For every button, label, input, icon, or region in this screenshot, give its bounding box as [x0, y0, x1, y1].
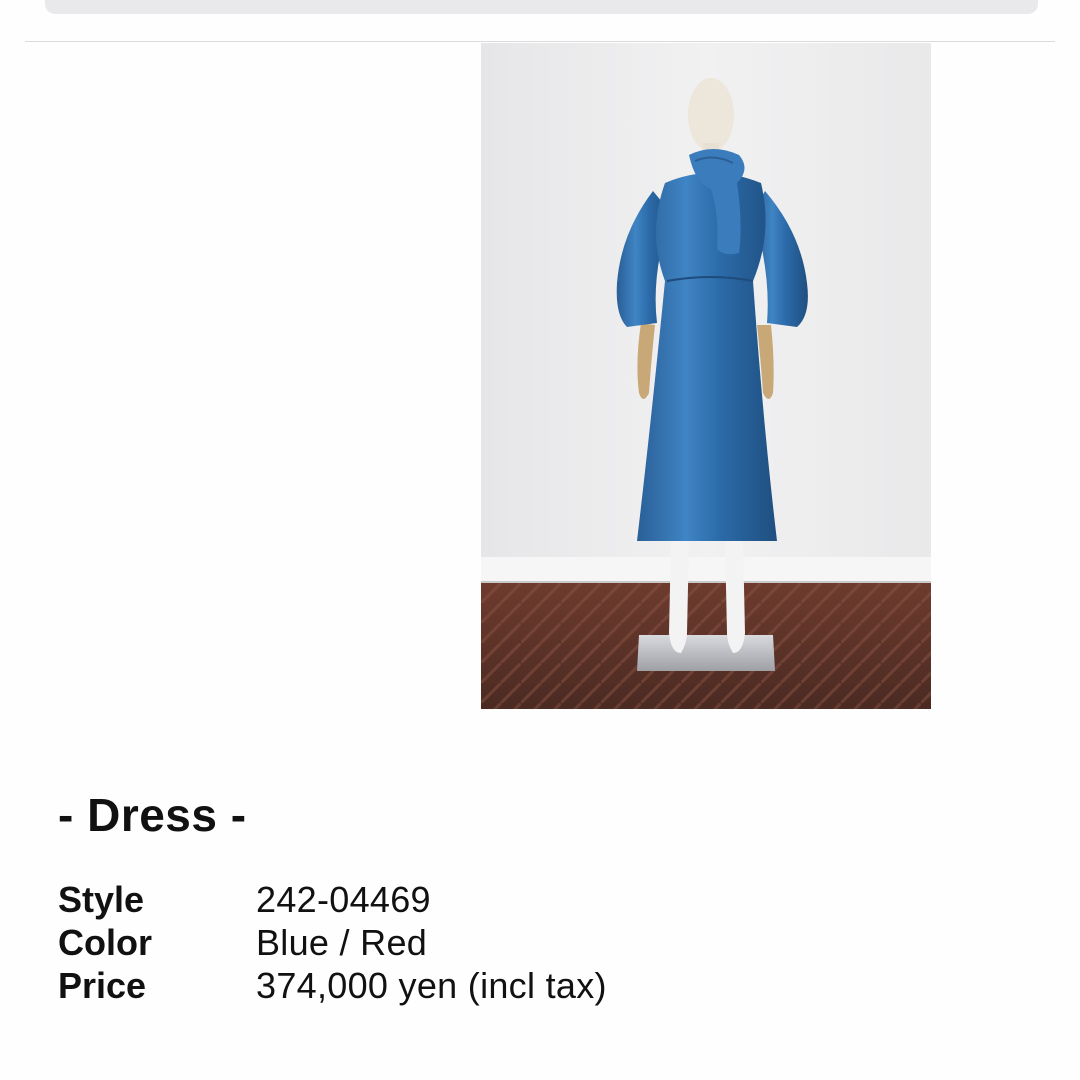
product-page: - Dress - Style 242-04469 Color Blue / R…: [0, 0, 1080, 1080]
product-title: - Dress -: [58, 789, 247, 841]
detail-row-style: Style 242-04469: [58, 878, 858, 921]
detail-row-color: Color Blue / Red: [58, 921, 858, 964]
product-details: Style 242-04469 Color Blue / Red Price 3…: [58, 878, 858, 1007]
mannequin-stand: [637, 635, 775, 671]
browser-address-bar[interactable]: [45, 0, 1038, 14]
baseboard: [481, 557, 931, 583]
header-divider: [25, 41, 1055, 42]
price-label: Price: [58, 964, 147, 1006]
mannequin-head: [688, 78, 734, 152]
color-value: Blue / Red: [256, 921, 428, 963]
color-label: Color: [58, 921, 152, 963]
detail-row-price: Price 374,000 yen (incl tax): [58, 964, 858, 1007]
dress-shape: [637, 173, 777, 541]
product-photo[interactable]: [481, 43, 931, 709]
price-value: 374,000 yen (incl tax): [256, 964, 607, 1006]
style-label: Style: [58, 878, 145, 920]
style-value: 242-04469: [256, 878, 431, 920]
